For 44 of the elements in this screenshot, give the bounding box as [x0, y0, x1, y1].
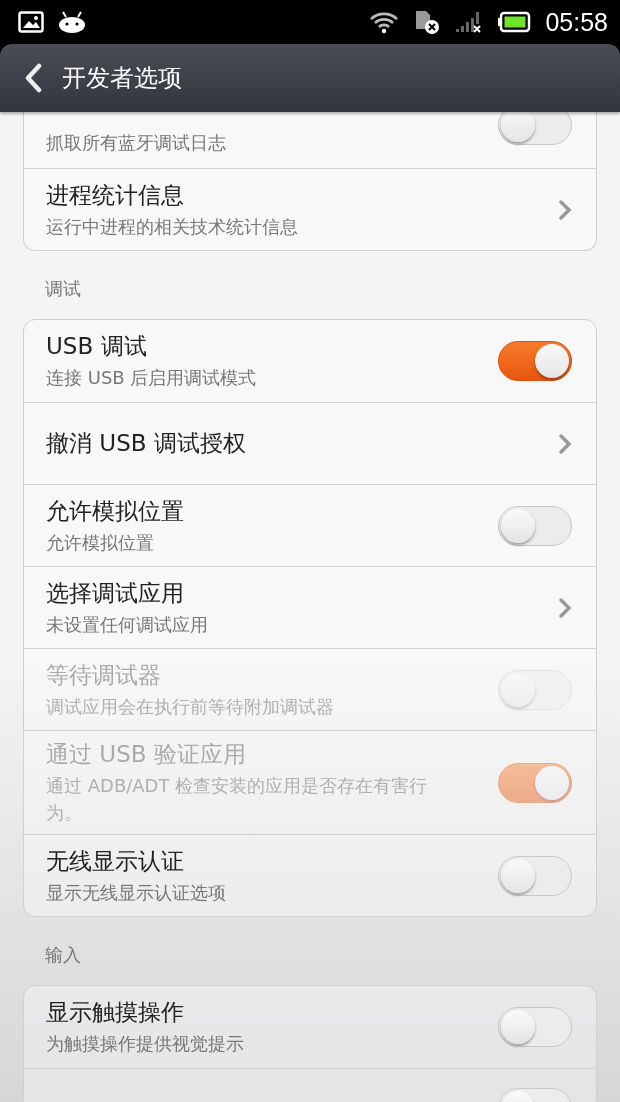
chevron-right-icon — [558, 596, 572, 619]
chevron-right-icon — [558, 198, 572, 221]
setting-title: 等待调试器 — [46, 660, 162, 690]
setting-description: 连接 USB 后启用调试模式 — [46, 366, 258, 390]
setting-title: 通过 USB 验证应用 — [46, 740, 247, 769]
setting-description: 未设置任何调试应用 — [46, 612, 209, 637]
settings-row[interactable]: 显示触摸操作 为触摸操作提供视觉提示 — [24, 986, 596, 1068]
sim-card-icon — [413, 9, 442, 35]
setting-description: 调试应用会在执行前等待附加调试器 — [46, 694, 335, 719]
setting-description: 为触摸操作提供视觉提示 — [46, 1032, 245, 1056]
page-title: 开发者选项 — [62, 63, 182, 94]
setting-title: 显示触摸操作 — [46, 998, 185, 1027]
setting-title: 进程统计信息 — [46, 180, 185, 210]
battery-icon — [497, 11, 532, 33]
android-icon — [58, 11, 86, 33]
settings-row[interactable]: 允许模拟位置 允许模拟位置 — [24, 484, 596, 566]
setting-title: 撤消 USB 调试授权 — [46, 429, 247, 458]
settings-row[interactable]: 撤消 USB 调试授权 — [24, 402, 596, 484]
setting-description: 显示无线显示认证选项 — [46, 880, 227, 905]
toggle-switch[interactable] — [498, 112, 572, 145]
section-heading: 调试 — [44, 277, 82, 301]
settings-row[interactable]: USB 调试 连接 USB 后启用调试模式 — [24, 320, 596, 402]
setting-title: 允许模拟位置 — [46, 496, 185, 526]
chevron-right-icon — [558, 432, 572, 455]
toggle-switch[interactable] — [498, 1007, 572, 1047]
toggle-switch[interactable] — [498, 341, 572, 381]
toggle-switch[interactable] — [498, 505, 572, 546]
settings-row[interactable]: 无线显示认证 显示无线显示认证选项 — [24, 834, 596, 916]
setting-title: USB 调试 — [46, 332, 148, 361]
status-time: 05:58 — [545, 7, 608, 37]
image-icon — [18, 11, 44, 33]
settings-row[interactable]: 抓取所有蓝牙调试日志 — [24, 112, 596, 168]
settings-row[interactable]: 选择调试应用 未设置任何调试应用 — [24, 566, 596, 648]
setting-description: 通过 ADB/ADT 检查安装的应用是否存在有害行为。 — [46, 774, 429, 825]
setting-description: 抓取所有蓝牙调试日志 — [46, 131, 227, 155]
setting-title: 选择调试应用 — [46, 578, 185, 608]
toggle-switch[interactable] — [498, 855, 572, 896]
section-heading: 输入 — [44, 943, 82, 967]
setting-title: 无线显示认证 — [46, 846, 185, 876]
signal-icon — [455, 9, 484, 35]
wifi-icon — [369, 10, 400, 34]
setting-description: 运行中进程的相关技术统计信息 — [46, 214, 299, 239]
settings-row[interactable]: 进程统计信息 运行中进程的相关技术统计信息 — [24, 168, 596, 250]
setting-description: 允许模拟位置 — [46, 530, 155, 555]
